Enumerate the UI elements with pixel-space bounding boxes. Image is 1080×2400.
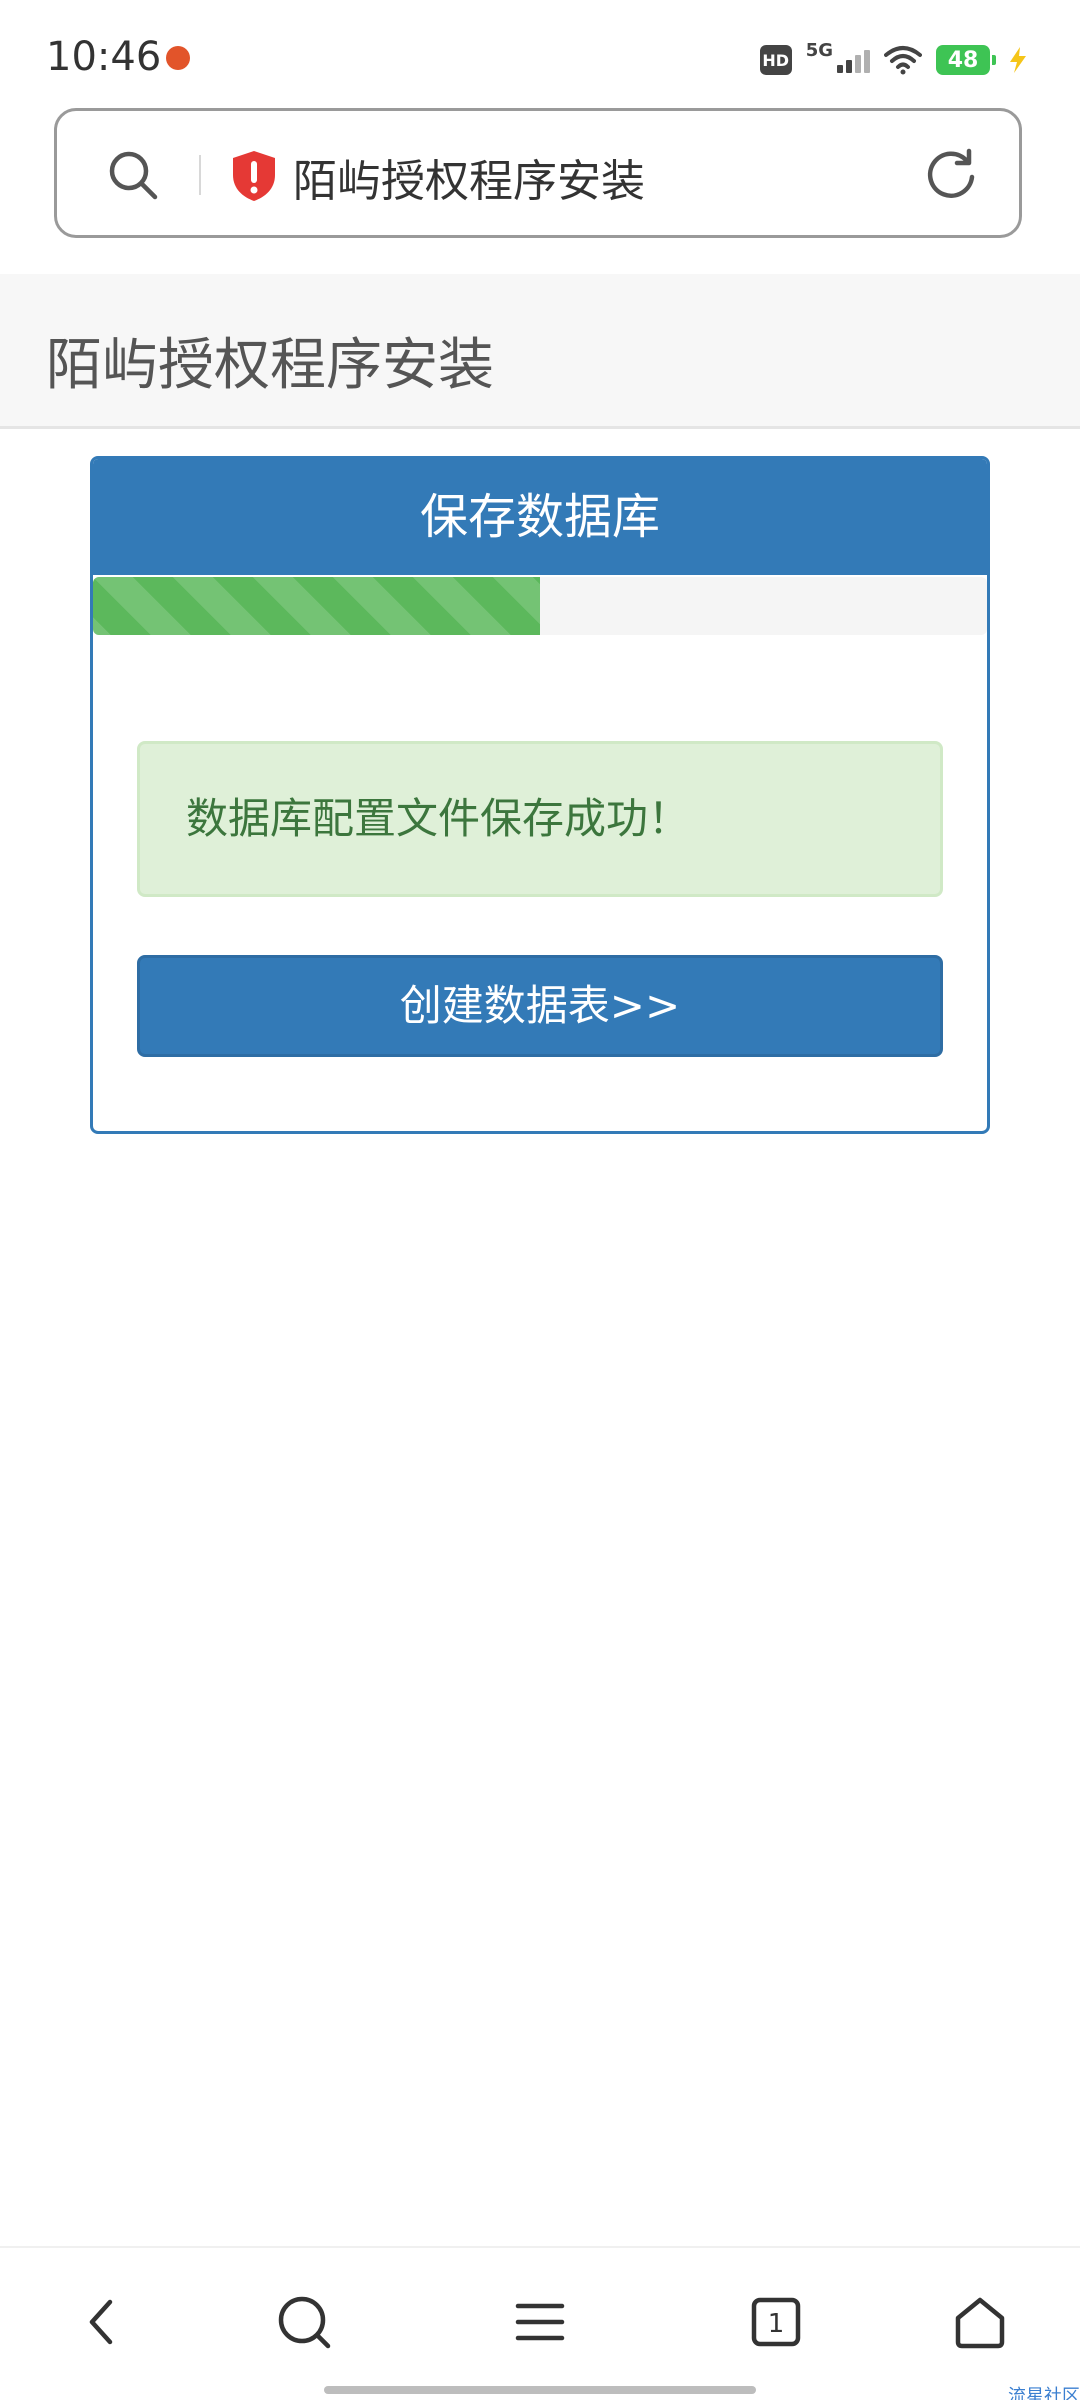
browser-page: 10:46 HD 5G 48 陌屿授权程序安装 陌屿授权程序安装 保存数据库 数… [0, 0, 1080, 2400]
hd-icon: HD [759, 45, 792, 75]
panel-title: 保存数据库 [419, 489, 660, 545]
refresh-icon[interactable] [923, 147, 979, 203]
security-warning-shield-icon[interactable] [229, 149, 279, 203]
home-icon[interactable] [948, 2290, 1012, 2354]
search-icon[interactable] [105, 147, 161, 203]
address-bar[interactable]: 陌屿授权程序安装 [54, 108, 1022, 238]
status-bar: 10:46 HD 5G 48 [0, 0, 1080, 100]
cellular-signal-icon [837, 47, 870, 73]
status-indicators: HD 5G 48 [759, 39, 1032, 80]
wifi-icon [884, 46, 922, 75]
success-alert-message: 数据库配置文件保存成功！ [186, 794, 691, 843]
page-title: 陌屿授权程序安装 [46, 333, 494, 398]
tabs-icon[interactable]: 1 [744, 2290, 808, 2354]
install-progress [93, 577, 987, 635]
battery-icon: 48 [936, 45, 996, 75]
home-indicator[interactable] [324, 2386, 756, 2394]
address-page-title[interactable]: 陌屿授权程序安装 [293, 145, 645, 209]
address-divider [199, 155, 201, 195]
install-panel: 保存数据库 数据库配置文件保存成功！ 创建数据表>> [90, 456, 990, 1134]
search-icon[interactable] [272, 2290, 336, 2354]
page-header: 陌屿授权程序安装 [0, 274, 1080, 429]
create-tables-button[interactable]: 创建数据表>> [137, 955, 943, 1057]
status-time: 10:46 [46, 34, 162, 80]
bottom-nav: 1 [0, 2246, 1080, 2400]
network-type: 5G [805, 39, 833, 61]
menu-icon[interactable] [508, 2290, 572, 2354]
charging-icon [1010, 47, 1026, 73]
tab-count: 1 [768, 2309, 785, 2339]
install-progress-bar [93, 577, 540, 635]
watermark: 流星社区 [1008, 2386, 1080, 2400]
success-alert: 数据库配置文件保存成功！ [137, 741, 943, 897]
back-icon[interactable] [70, 2290, 134, 2354]
notification-app-icon [166, 46, 190, 70]
panel-heading: 保存数据库 [93, 459, 987, 575]
